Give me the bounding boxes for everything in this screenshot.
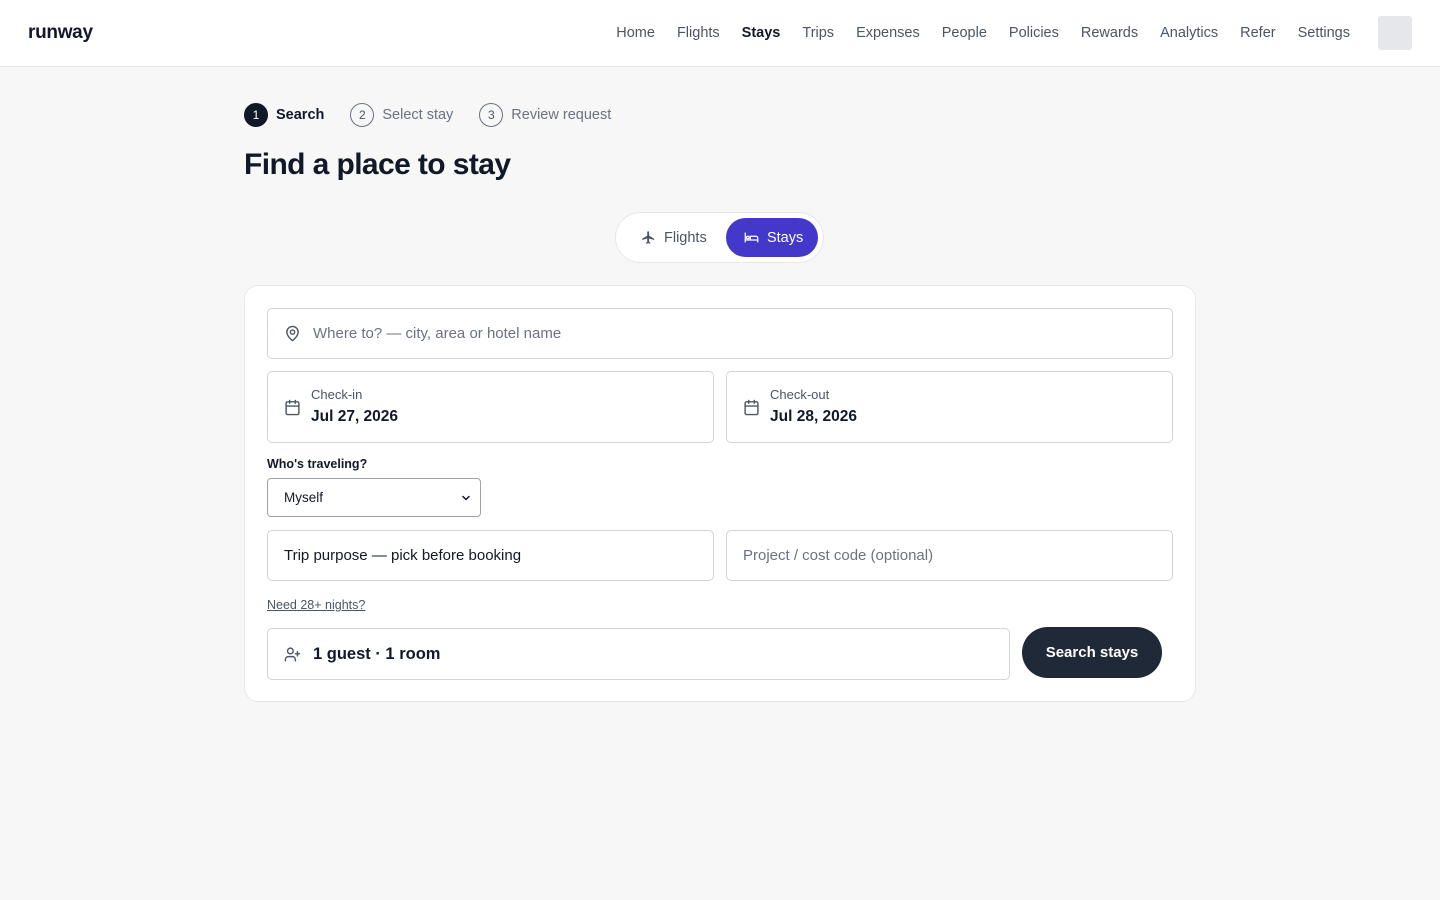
calendar-icon xyxy=(744,399,759,416)
destination-input[interactable]: Where to? — city, area or hotel name xyxy=(267,308,1173,359)
nav-item-rewards[interactable]: Rewards xyxy=(1081,25,1138,41)
who-traveling-value: Myself xyxy=(284,490,324,505)
nav-item-expenses[interactable]: Expenses xyxy=(856,25,920,41)
check-in-field[interactable]: Check-in Jul 27, 2026 xyxy=(267,371,714,443)
step-label: Search xyxy=(276,107,325,123)
nav-item-stays[interactable]: Stays xyxy=(742,25,781,41)
nav-item-trips[interactable]: Trips xyxy=(802,25,834,41)
nav-item-analytics[interactable]: Analytics xyxy=(1160,25,1218,41)
flights-mode-button[interactable]: Flights xyxy=(621,218,726,257)
add-user-icon xyxy=(284,646,301,662)
page-title: Find a place to stay xyxy=(244,148,511,181)
trip-purpose-field[interactable]: Trip purpose — pick before booking xyxy=(267,530,714,581)
stays-mode-button[interactable]: Stays xyxy=(725,218,818,257)
search-stays-button[interactable]: Search stays xyxy=(1022,627,1162,678)
plane-icon xyxy=(642,231,655,244)
main-nav: Home Flights Stays Trips Expenses People… xyxy=(594,0,1350,66)
check-out-field[interactable]: Check-out Jul 28, 2026 xyxy=(726,371,1173,443)
app-logo[interactable]: runway xyxy=(28,22,93,44)
chevron-down-icon xyxy=(462,495,470,501)
check-out-label: Check-out xyxy=(770,387,830,402)
nav-item-people[interactable]: People xyxy=(942,25,987,41)
nav-item-home[interactable]: Home xyxy=(616,25,655,41)
who-traveling-label: Who's traveling? xyxy=(267,457,368,471)
step-number: 3 xyxy=(479,103,504,127)
guests-rooms-value: 1 guest · 1 room xyxy=(313,644,441,663)
nav-item-settings[interactable]: Settings xyxy=(1298,25,1350,41)
check-out-value: Jul 28, 2026 xyxy=(770,408,858,425)
destination-placeholder: Where to? — city, area or hotel name xyxy=(313,325,562,342)
step-review-request: 3 Review request xyxy=(479,103,611,127)
nav-item-flights[interactable]: Flights xyxy=(677,25,720,41)
nav-item-refer[interactable]: Refer xyxy=(1240,25,1275,41)
flights-mode-label: Flights xyxy=(664,229,707,246)
step-select-stay: 2 Select stay xyxy=(350,103,453,127)
user-avatar[interactable] xyxy=(1378,16,1412,50)
calendar-icon xyxy=(285,399,300,416)
step-label: Review request xyxy=(511,107,612,123)
map-pin-icon xyxy=(286,325,299,342)
check-in-value: Jul 27, 2026 xyxy=(311,408,399,425)
long-stay-link[interactable]: Need 28+ nights? xyxy=(267,598,365,612)
step-label: Select stay xyxy=(382,107,454,123)
step-number: 1 xyxy=(244,103,268,127)
mode-toggle: Flights Stays xyxy=(615,212,824,263)
step-number: 2 xyxy=(350,103,375,127)
check-in-label: Check-in xyxy=(311,387,363,402)
top-navigation-bar: runway Home Flights Stays Trips Expenses… xyxy=(0,0,1440,67)
nav-item-policies[interactable]: Policies xyxy=(1009,25,1059,41)
bed-icon xyxy=(744,232,759,243)
stay-search-card: Where to? — city, area or hotel name Che… xyxy=(244,285,1196,702)
stays-mode-label: Stays xyxy=(766,229,804,246)
who-traveling-select[interactable]: Myself xyxy=(267,478,481,517)
step-search: 1 Search xyxy=(244,103,324,127)
project-cost-code-input[interactable]: Project / cost code (optional) xyxy=(726,530,1173,581)
booking-stepper: 1 Search 2 Select stay 3 Review request xyxy=(244,103,637,127)
guests-rooms-selector[interactable]: 1 guest · 1 room xyxy=(267,628,1010,680)
